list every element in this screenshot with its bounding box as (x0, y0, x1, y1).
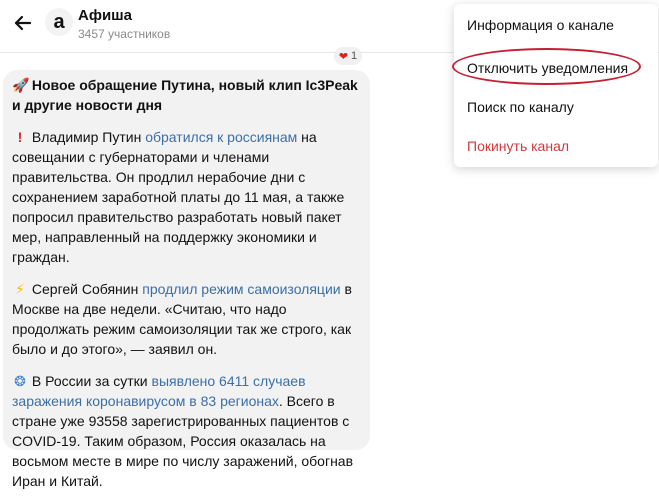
virus-icon: ❂ (14, 373, 26, 389)
message-link-1[interactable]: обратился к россиянам (145, 129, 297, 145)
menu-item-mute-notifications[interactable]: Отключить уведомления (467, 60, 628, 76)
lightning-icon: ⚡ (15, 281, 25, 297)
menu-item-search-channel[interactable]: Поиск по каналу (467, 99, 574, 115)
reaction-count: 1 (351, 50, 358, 62)
channel-title[interactable]: Афиша (78, 7, 132, 24)
exclamation-icon: ! (17, 129, 23, 145)
channel-context-menu: Информация о канале Отключить уведомлени… (454, 4, 658, 167)
menu-item-leave-channel[interactable]: Покинуть канал (467, 138, 569, 154)
message-lead-text: Новое обращение Путина, новый клип Ic3Pe… (12, 77, 358, 113)
message-paragraph-3: ❂ В России за сутки выявлено 6411 случае… (12, 373, 354, 489)
message-paragraph-1: ! Владимир Путин обратился к россиянам н… (12, 129, 345, 265)
heart-icon: ❤ (338, 50, 349, 63)
message-paragraph-2: ⚡ Сергей Собянин продлил режим самоизоля… (12, 281, 352, 357)
member-count: 3457 участников (78, 27, 171, 41)
channel-avatar[interactable]: a (45, 8, 73, 36)
reaction-badge[interactable]: ❤ 1 (334, 47, 362, 65)
menu-item-channel-info[interactable]: Информация о канале (467, 17, 614, 33)
message-link-2[interactable]: продлил режим самоизоляции (142, 281, 340, 297)
message-lead: 🚀 Новое обращение Путина, новый клип Ic3… (12, 75, 364, 115)
message-text: 🚀 Новое обращение Путина, новый клип Ic3… (12, 75, 364, 503)
back-arrow-icon[interactable] (10, 10, 36, 36)
rocket-icon: 🚀 (12, 77, 30, 93)
